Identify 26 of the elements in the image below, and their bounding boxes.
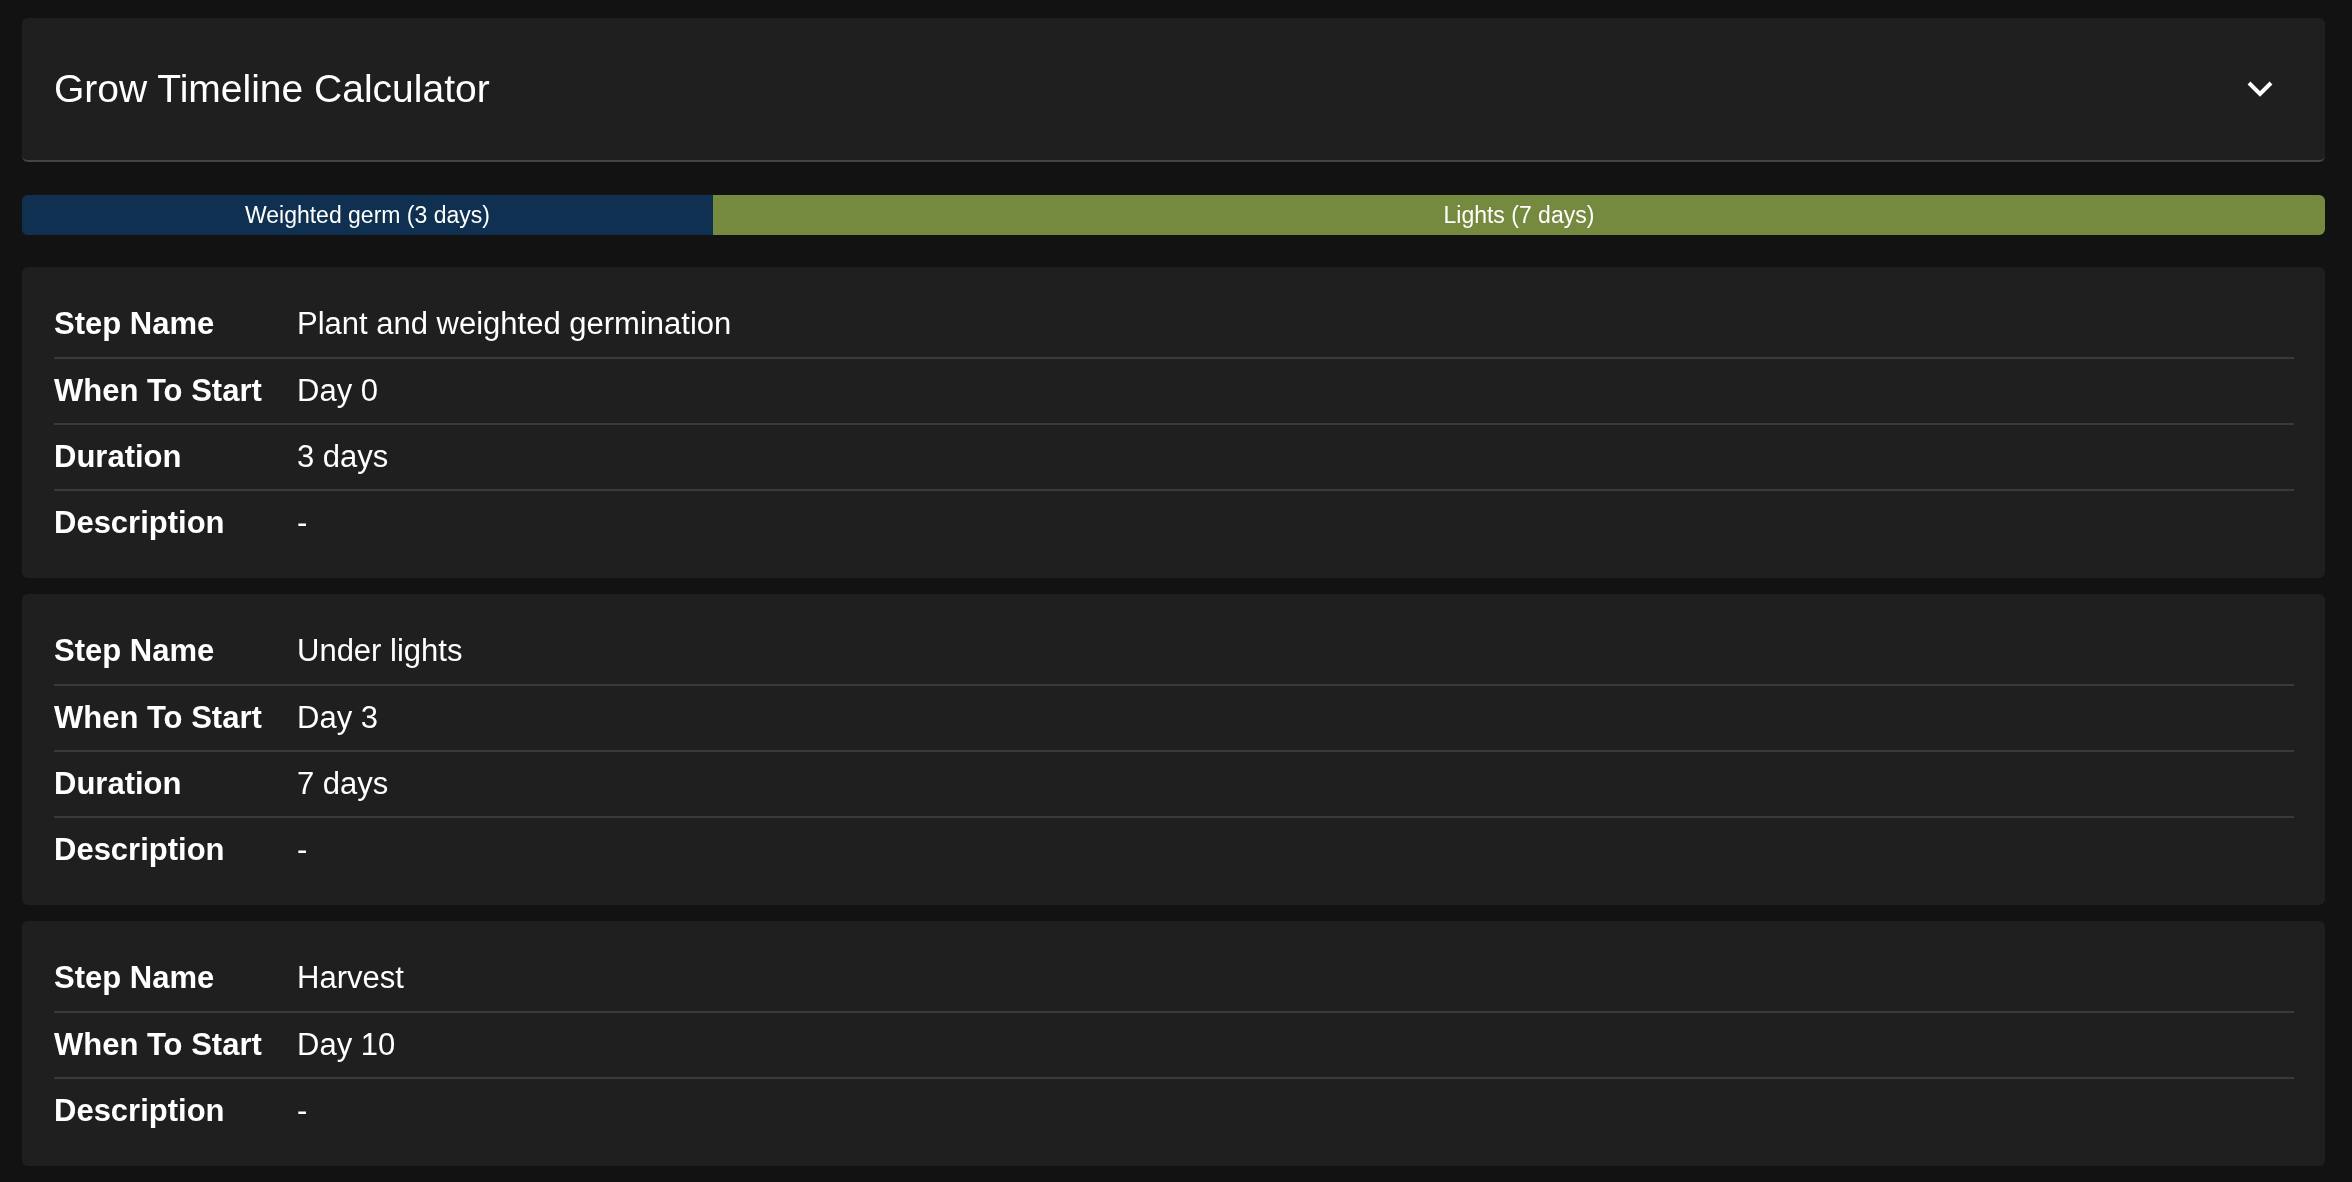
field-value: -: [297, 832, 308, 868]
field-label: When To Start: [54, 1027, 263, 1063]
field-label: Duration: [54, 766, 183, 802]
field-value: -: [297, 1093, 308, 1129]
field-value: Day 10: [297, 1027, 396, 1063]
field-label: Duration: [54, 439, 183, 475]
timeline-segment: Weighted germ (3 days): [22, 195, 713, 235]
field-label: When To Start: [54, 373, 263, 409]
field-value: Under lights: [297, 633, 463, 669]
field-value: 7 days: [297, 766, 389, 802]
field-label: Step Name: [54, 306, 216, 342]
field-value: Harvest: [297, 960, 404, 996]
field-label: When To Start: [54, 700, 263, 736]
field-value: 3 days: [297, 439, 389, 475]
page-title: Grow Timeline Calculator: [54, 67, 490, 111]
field-label: Description: [54, 1093, 226, 1129]
field-label: Description: [54, 505, 226, 541]
field-value: Day 3: [297, 700, 378, 736]
field-label: Step Name: [54, 633, 216, 669]
timeline-segment: Lights (7 days): [712, 195, 2325, 235]
field-value: -: [297, 505, 308, 541]
chevron-down-icon[interactable]: [2247, 81, 2273, 97]
field-label: Description: [54, 832, 226, 868]
field-value: Day 0: [297, 373, 378, 409]
field-value: Plant and weighted germination: [297, 306, 732, 342]
field-label: Step Name: [54, 960, 216, 996]
